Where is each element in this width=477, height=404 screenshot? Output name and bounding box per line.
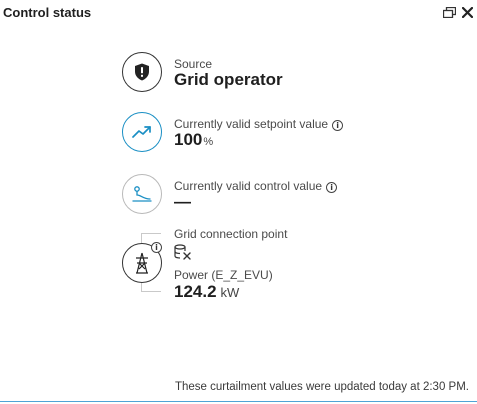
restore-window-button[interactable] bbox=[441, 5, 457, 19]
control-label-text: Currently valid control value bbox=[174, 179, 323, 193]
restore-icon bbox=[442, 6, 456, 18]
shield-icon bbox=[135, 63, 149, 81]
control-icon-circle bbox=[122, 174, 162, 214]
setpoint-value: 100% bbox=[174, 130, 213, 150]
grid-connection-info-icon[interactable]: i bbox=[151, 242, 162, 253]
setpoint-value-number: 100 bbox=[174, 130, 203, 149]
close-icon bbox=[461, 6, 473, 18]
setpoint-info-icon[interactable]: i bbox=[332, 120, 344, 131]
power-unit: kW bbox=[220, 285, 240, 300]
source-value: Grid operator bbox=[174, 70, 283, 89]
control-info-icon[interactable]: i bbox=[326, 182, 338, 193]
power-label: Power (E_Z_EVU) bbox=[174, 268, 273, 282]
trending-up-icon bbox=[132, 126, 151, 138]
source-label: Source bbox=[174, 57, 213, 71]
control-curve-icon bbox=[132, 186, 152, 202]
grid-connection-label: Grid connection point bbox=[174, 227, 288, 241]
setpoint-label: Currently valid setpoint value i bbox=[174, 117, 344, 131]
footer-update-note: These curtailment values were updated to… bbox=[174, 381, 469, 393]
control-label: Currently valid control value i bbox=[174, 179, 338, 193]
source-icon-circle bbox=[122, 52, 162, 92]
power-tower-icon bbox=[136, 252, 148, 274]
control-status-panel: Control status Source Grid operator Curr… bbox=[0, 0, 477, 404]
power-value: 124.2 kW bbox=[174, 282, 239, 302]
setpoint-icon-circle bbox=[122, 112, 162, 152]
panel-bottom-divider bbox=[0, 401, 477, 402]
setpoint-label-text: Currently valid setpoint value bbox=[174, 117, 329, 131]
power-value-number: 124.2 bbox=[174, 282, 217, 301]
setpoint-unit: % bbox=[203, 136, 214, 148]
database-offline-icon bbox=[174, 244, 192, 265]
control-value: — bbox=[174, 192, 191, 211]
panel-title: Control status bbox=[3, 5, 92, 20]
db-x-icon bbox=[174, 244, 191, 260]
close-button[interactable] bbox=[459, 5, 475, 19]
